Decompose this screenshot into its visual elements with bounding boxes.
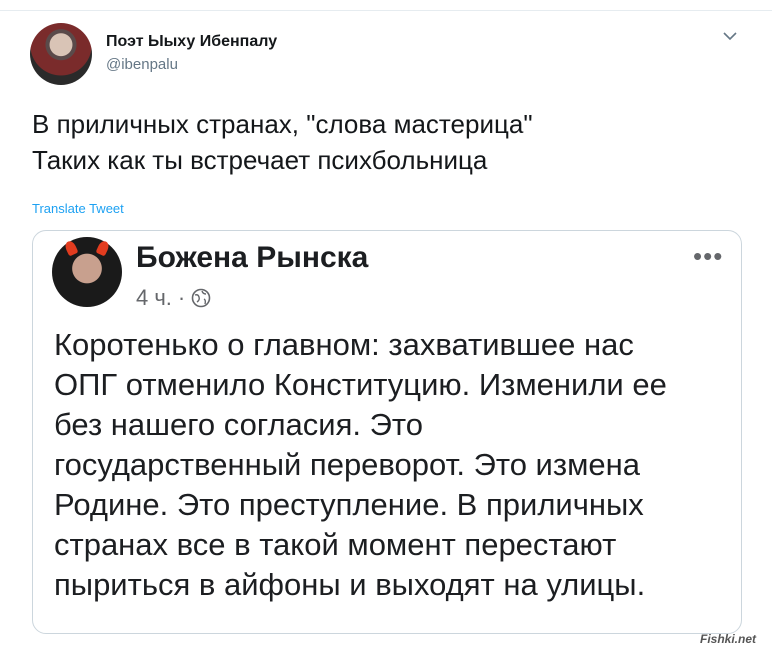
embedded-post-card[interactable]: Божена Рынска 4 ч. · ••• Коротенько о гл… xyxy=(32,230,742,634)
post-meta: 4 ч. · xyxy=(136,285,211,311)
post-text-line: Коротенько о главном: захватившее нас xyxy=(54,327,634,362)
tweet-author-name[interactable]: Поэт Ыыху Ибенпалу xyxy=(106,33,277,51)
globe-icon xyxy=(191,288,211,308)
tweet: Поэт Ыыху Ибенпалу @ibenpalu В приличных… xyxy=(0,0,772,650)
tweet-text-line: В приличных странах, "слова мастерица" xyxy=(32,109,533,139)
post-author-avatar[interactable] xyxy=(52,237,122,307)
post-text-line: ОПГ отменило Конституцию. Изменили ее xyxy=(54,367,667,402)
watermark: Fishki.net xyxy=(700,632,757,646)
tweet-author-handle[interactable]: @ibenpalu xyxy=(106,56,178,73)
tweet-author-avatar[interactable] xyxy=(30,23,92,85)
post-author-name[interactable]: Божена Рынска xyxy=(136,241,368,275)
post-text-line: без нашего согласия. Это xyxy=(54,407,423,442)
horn-decoration xyxy=(63,239,79,257)
post-text-line: пыриться в айфоны и выходят на улицы. xyxy=(54,567,646,602)
tweet-text: В приличных странах, "слова мастерица" Т… xyxy=(32,106,533,178)
translate-tweet-link[interactable]: Translate Tweet xyxy=(32,201,124,216)
tweet-text-line: Таких как ты встречает психбольница xyxy=(32,145,488,175)
more-options-icon[interactable]: ••• xyxy=(693,241,723,272)
post-text-line: государственный переворот. Это измена xyxy=(54,447,641,482)
chevron-down-icon[interactable] xyxy=(720,28,740,44)
horn-decoration xyxy=(95,239,111,257)
post-text-line: Родине. Это преступление. В приличных xyxy=(54,487,644,522)
post-time[interactable]: 4 ч. xyxy=(136,285,172,311)
post-text-line: странах все в такой момент перестают xyxy=(54,527,617,562)
meta-separator: · xyxy=(177,285,186,310)
post-text: Коротенько о главном: захватившее нас ОП… xyxy=(54,325,734,605)
